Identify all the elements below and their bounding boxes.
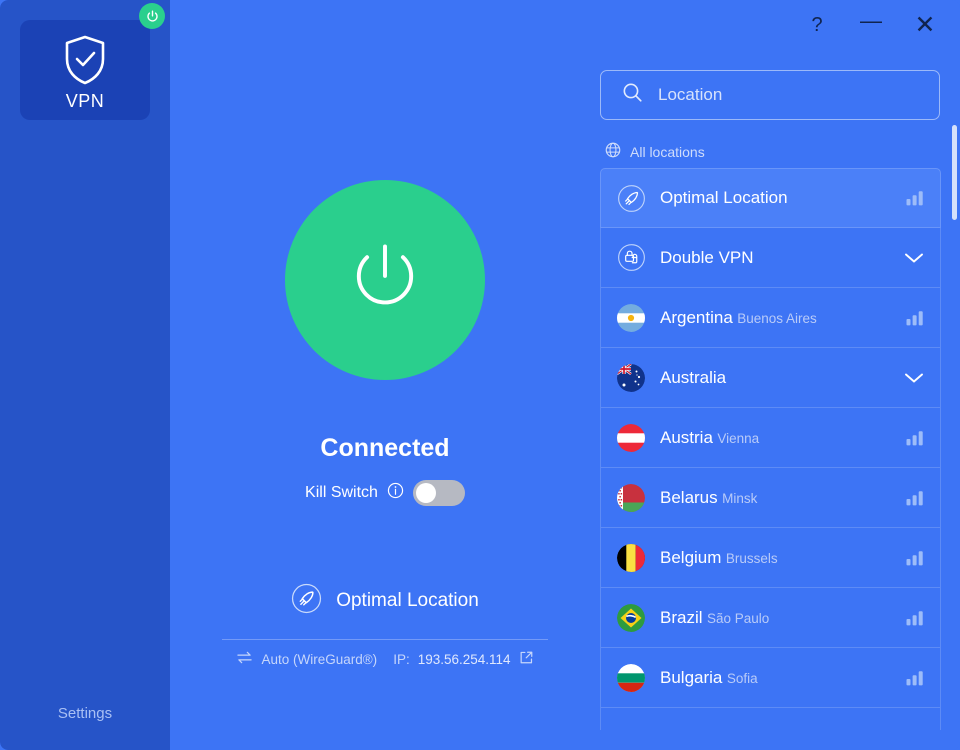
sidebar: VPN Settings: [0, 0, 170, 750]
globe-icon: [605, 142, 621, 161]
rocket-icon: [616, 183, 646, 213]
list-item[interactable]: Optimal Location: [600, 168, 941, 228]
signal-bars-icon: [906, 670, 924, 686]
locations-panel: Location All locations Optimal Location …: [600, 0, 960, 750]
flag-by-icon: [616, 483, 646, 513]
list-item[interactable]: [600, 708, 941, 730]
locations-list[interactable]: Optimal Location Double VPN Argentina Bu…: [600, 168, 947, 730]
optimal-location-shortcut-label: Optimal Location: [336, 590, 479, 611]
double-lock-icon: [616, 243, 646, 273]
sidebar-item-vpn-label: VPN: [65, 91, 105, 111]
rocket-icon: [291, 583, 322, 619]
chevron-down-icon[interactable]: [904, 372, 924, 384]
list-item[interactable]: Brazil São Paulo: [600, 588, 941, 648]
signal-bars-icon: [906, 610, 924, 626]
list-item-city: Buenos Aires: [737, 310, 817, 326]
settings-button[interactable]: Settings: [0, 705, 170, 722]
signal-bars-icon: [906, 190, 924, 206]
list-item-name: Brazil: [660, 607, 703, 627]
divider: [222, 639, 548, 640]
list-item-name: Argentina: [660, 307, 733, 327]
list-item-name: Bulgaria: [660, 667, 723, 687]
flag-au-icon: [616, 363, 646, 393]
kill-switch-toggle[interactable]: [412, 480, 465, 506]
sidebar-item-vpn[interactable]: VPN: [20, 20, 150, 120]
list-item-name: Australia: [660, 367, 727, 387]
list-item-name: Double VPN: [660, 247, 754, 267]
list-item-city: Brussels: [725, 550, 778, 566]
list-item-name: Austria: [660, 427, 713, 447]
connection-info-bar: Auto (WireGuard®) IP: 193.56.254.114: [170, 650, 600, 668]
list-item[interactable]: Australia: [600, 348, 941, 408]
kill-switch-label: Kill Switch: [305, 484, 378, 501]
locations-scrollbar[interactable]: [952, 120, 957, 730]
chevron-down-icon[interactable]: [904, 252, 924, 264]
ip-value: 193.56.254.114: [417, 651, 511, 667]
signal-bars-icon: [906, 310, 924, 326]
ip-label: IP:: [393, 651, 410, 667]
list-item-city: São Paulo: [706, 610, 770, 626]
search-input-placeholder: Location: [658, 85, 723, 104]
flag-br-icon: [616, 603, 646, 633]
signal-bars-icon: [906, 490, 924, 506]
all-locations-header: All locations: [605, 142, 705, 161]
signal-bars-icon: [906, 430, 924, 446]
list-item-city: Vienna: [717, 430, 760, 446]
power-icon: [342, 235, 428, 326]
list-item-name: Belarus: [660, 487, 718, 507]
list-item-name: Optimal Location: [660, 188, 788, 207]
search-input[interactable]: Location: [600, 70, 940, 120]
locations-scrollbar-thumb[interactable]: [952, 125, 957, 220]
list-item[interactable]: Belarus Minsk: [600, 468, 941, 528]
list-item[interactable]: Double VPN: [600, 228, 941, 288]
power-icon: [139, 3, 165, 29]
flag-be-icon: [616, 543, 646, 573]
flag-at-icon: [616, 423, 646, 453]
list-item-name: Belgium: [660, 547, 722, 567]
list-item-city: Sofia: [726, 670, 758, 686]
kill-switch-toggle-knob: [415, 483, 436, 503]
all-locations-label: All locations: [630, 143, 705, 160]
vpn-app-window: VPN Settings ? — ✕ Connected Kill Switch…: [0, 0, 960, 750]
connection-status-text: Connected: [320, 434, 450, 462]
list-item[interactable]: Argentina Buenos Aires: [600, 288, 941, 348]
connect-toggle-button[interactable]: [285, 180, 485, 380]
flag-ar-icon: [616, 303, 646, 333]
list-item[interactable]: Austria Vienna: [600, 408, 941, 468]
kill-switch-row: Kill Switch: [170, 480, 600, 506]
search-icon: [621, 81, 644, 109]
optimal-location-shortcut[interactable]: Optimal Location: [170, 583, 600, 619]
main-panel: Connected Kill Switch Optimal Location A…: [170, 0, 600, 750]
shield-check-icon: [62, 34, 108, 91]
list-item[interactable]: Bulgaria Sofia: [600, 648, 941, 708]
list-item[interactable]: Belgium Brussels: [600, 528, 941, 588]
protocol-label[interactable]: Auto (WireGuard®): [261, 652, 377, 667]
signal-bars-icon: [906, 550, 924, 566]
info-icon[interactable]: [387, 482, 404, 504]
list-item-city: Minsk: [722, 490, 758, 506]
flag-bg-icon: [616, 663, 646, 693]
swap-arrows-icon: [236, 650, 253, 668]
external-link-icon[interactable]: [519, 650, 534, 668]
